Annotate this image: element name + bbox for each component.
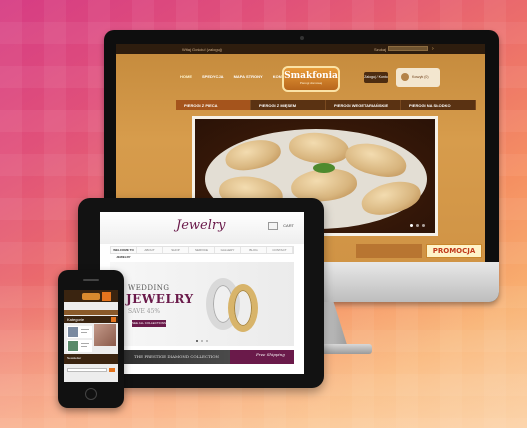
newsletter-submit-button[interactable] (109, 368, 115, 372)
category-item[interactable]: PIEROGI Z MIĘSEM (251, 100, 326, 110)
nav-item-gallery[interactable]: GALLERY (215, 247, 241, 253)
phone-speaker (83, 279, 99, 281)
newsletter-input[interactable] (67, 368, 107, 372)
jewelry-banner-row: THE PRESTIGE DIAMOND COLLECTION Free Shi… (110, 350, 294, 364)
search-label: Szukaj (374, 47, 387, 52)
jewelry-hero[interactable]: WEDDING JEWELRY SAVE 45% SEE ALL COLLECT… (110, 262, 294, 346)
prestige-banner[interactable]: THE PRESTIGE DIAMOND COLLECTION (110, 350, 230, 364)
category-item[interactable]: PIEROGI WEGETARIAŃSKIE (326, 100, 401, 110)
tablet-screen: Jewelry CART WELCOME TO JEWELRY ABOUT SH… (100, 212, 304, 374)
product-thumbnail (68, 327, 78, 337)
category-item[interactable]: PIEROGI Z PIECA (176, 100, 251, 110)
site-topbar: Witaj Gościu! (zaloguj) (116, 44, 485, 54)
cart-button[interactable]: Koszyk (0) (396, 68, 440, 87)
hero-line-wedding: WEDDING (128, 284, 170, 292)
search-input[interactable] (388, 46, 428, 51)
mobile-newsletter: Newsletter (64, 354, 118, 364)
phone-device: Kategorie Newsletter (58, 270, 124, 408)
phone-screen: Kategorie Newsletter (64, 290, 118, 382)
mobile-menu-icon[interactable] (102, 292, 111, 301)
herb-garnish (313, 163, 335, 173)
site-logo[interactable]: Smakfonia Pierogi domowej (282, 66, 340, 92)
nav-item-spedycja[interactable]: SPEDYCJA (202, 74, 224, 79)
mobile-nav-bar[interactable] (64, 310, 118, 315)
slider-dots[interactable] (196, 340, 208, 342)
nav-item-shop[interactable]: SHOP (163, 247, 189, 253)
jewelry-nav: WELCOME TO JEWELRY ABOUT SHOP SERVICE GA… (110, 246, 294, 259)
mobile-category-label[interactable]: Kategorie (64, 316, 118, 323)
login-button[interactable]: Zaloguj / Konto (364, 72, 388, 83)
jewelry-logo[interactable]: Jewelry (176, 218, 225, 233)
hero-save: SAVE 45% (128, 308, 161, 315)
product-image[interactable] (94, 324, 116, 346)
main-nav: HOME SPEDYCJA MAPA STRONY KONTAKT (180, 74, 292, 79)
logo-tagline: Pierogi domowej (299, 81, 323, 85)
hero-line-jewelry: JEWELRY (126, 292, 194, 306)
category-bar: PIEROGI Z PIECA PIEROGI Z MIĘSEM PIEROGI… (176, 100, 476, 110)
promo-banner[interactable]: PROMOCJA (426, 244, 482, 258)
list-item[interactable] (67, 326, 92, 338)
cart-label[interactable]: CART (283, 223, 294, 228)
nav-item-blog[interactable]: BLOG (241, 247, 267, 253)
product-thumbnail (68, 341, 78, 351)
gold-ring-icon (228, 284, 258, 332)
nav-item-home[interactable]: HOME (180, 74, 192, 79)
welcome-text: Witaj Gościu! (zaloguj) (182, 47, 223, 52)
nav-item-about[interactable]: ABOUT (137, 247, 163, 253)
cart-icon[interactable] (268, 222, 278, 230)
logo-name: Smakfonia (284, 71, 338, 81)
nav-item-sitemap[interactable]: MAPA STRONY (234, 74, 263, 79)
promo-image[interactable] (356, 244, 422, 258)
category-item[interactable]: PIEROGI NA SŁODKO (401, 100, 476, 110)
list-item[interactable] (67, 340, 92, 352)
see-collections-button[interactable]: SEE ALL COLLECTIONS (132, 320, 166, 327)
nav-item-welcome[interactable]: WELCOME TO JEWELRY (111, 247, 137, 259)
slider-dots[interactable] (410, 224, 425, 227)
shipping-banner[interactable]: Free Shipping (230, 350, 294, 364)
mobile-logo[interactable] (82, 293, 100, 300)
mobile-category-toggle[interactable] (111, 317, 116, 322)
nav-item-service[interactable]: SERVICE (189, 247, 215, 253)
search-go-icon[interactable]: › (432, 46, 434, 52)
nav-item-contact[interactable]: CONTACT (267, 247, 293, 253)
phone-home-button[interactable] (85, 388, 97, 400)
monitor-camera (300, 36, 304, 40)
